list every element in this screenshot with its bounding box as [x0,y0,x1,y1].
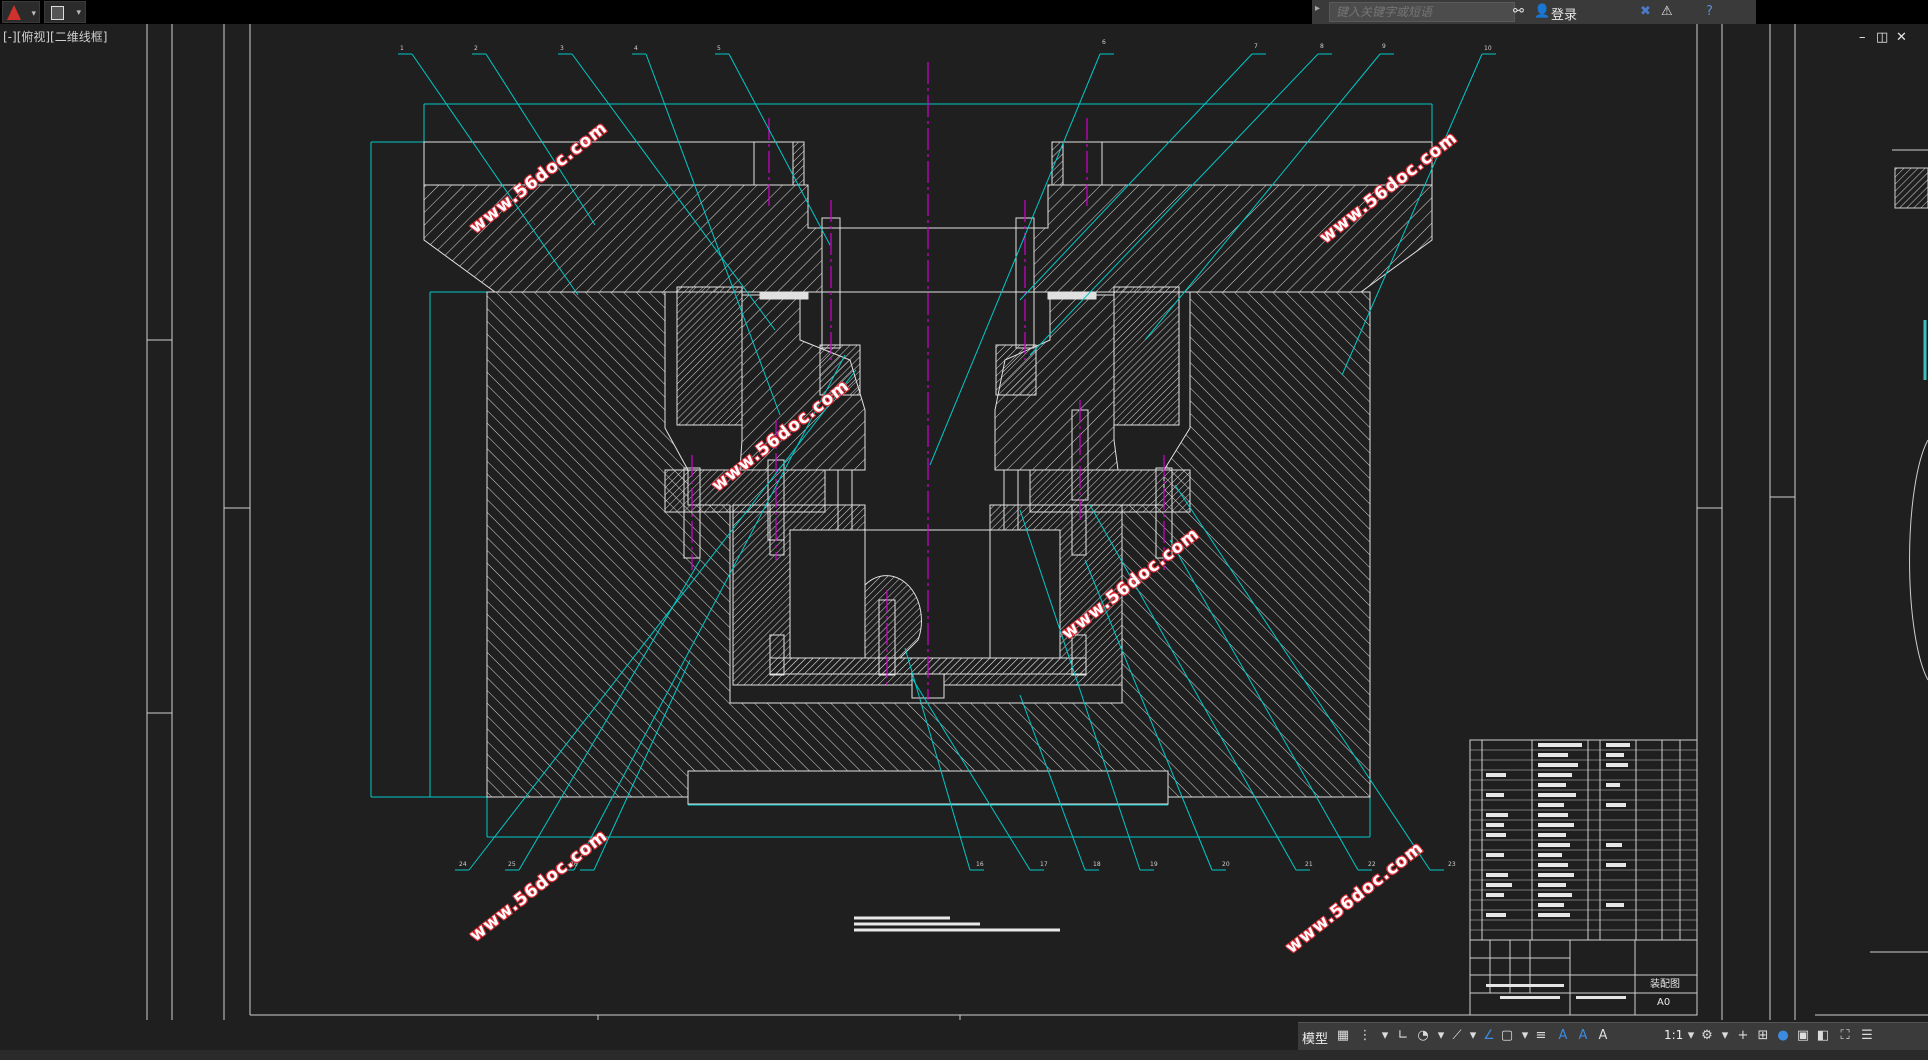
balloon-10: 10 [1484,45,1492,52]
parts-list-entries [1486,743,1630,999]
side-view-fragment [1815,149,1928,1016]
lineweight-icon[interactable]: ≡ [1532,1027,1550,1045]
balloon-23: 23 [1448,861,1456,868]
fullscreen-icon[interactable]: ⛶ [1836,1027,1854,1045]
technical-notes [854,916,1060,932]
dynamic-ucs-icon[interactable]: ▢ [1498,1027,1516,1045]
isolate-objects-icon[interactable]: ● [1774,1027,1792,1045]
balloon-7: 7 [1254,43,1258,50]
balloon-9: 9 [1382,43,1386,50]
units-icon[interactable]: ⊞ [1754,1027,1772,1045]
sheet-size: A0 [1657,997,1671,1008]
annotation-visibility-icon[interactable]: A [1554,1027,1572,1045]
drawing-canvas[interactable]: 1 2 3 4 5 6 7 8 9 10 16 17 18 19 20 21 2… [0,0,1928,1020]
balloon-20: 20 [1222,861,1230,868]
ortho-icon[interactable]: ∟ [1394,1027,1412,1045]
hardware-acceleration-icon[interactable]: ▣ [1794,1027,1812,1045]
balloon-4: 4 [634,45,638,52]
annotation-scale-icon[interactable]: A [1594,1027,1612,1045]
balloon-21: 21 [1305,861,1313,868]
balloon-17: 17 [1040,861,1048,868]
sheet-border [146,24,1796,1020]
balloon-22: 22 [1368,861,1376,868]
balloon-16: 16 [976,861,984,868]
taskbar-strip [0,1050,1928,1060]
customization-menu-icon[interactable]: ☰ [1858,1027,1876,1045]
snap-icon[interactable]: ⋮ [1356,1027,1374,1045]
balloon-3: 3 [560,45,564,52]
status-bar: 模型 ▦ ⋮ ▾ ∟ ◔ ▾ ⟋ ▾ ∠ ▢ ▾ ≡ A A A 1:1 ▾ ⚙… [1298,1022,1928,1051]
balloon-18: 18 [1093,861,1101,868]
model-space-button[interactable]: 模型 [1302,1028,1328,1047]
balloon-19: 19 [1150,861,1158,868]
balloon-5: 5 [717,45,721,52]
drawing-title: 装配图 [1650,979,1680,990]
balloon-25: 25 [508,861,516,868]
balloon-6: 6 [1102,39,1106,46]
polar-icon[interactable]: ◔ [1414,1027,1432,1045]
annotation-scale-value[interactable]: 1:1 [1664,1028,1683,1042]
grid-icon[interactable]: ▦ [1334,1027,1352,1045]
parts-list-table [1469,739,1698,1016]
balloon-1: 1 [400,45,404,52]
chevron-down-icon[interactable]: ▾ [1716,1027,1734,1045]
balloon-8: 8 [1320,43,1324,50]
chevron-down-icon[interactable]: ▾ [1376,1027,1394,1045]
object-tracking-icon[interactable]: ∠ [1480,1027,1498,1045]
clean-screen-icon[interactable]: ◧ [1814,1027,1832,1045]
plus-icon[interactable]: + [1734,1027,1752,1045]
gear-icon[interactable]: ⚙ [1698,1027,1716,1045]
auto-scale-icon[interactable]: A [1574,1027,1592,1045]
balloon-24: 24 [459,861,467,868]
balloon-2: 2 [474,45,478,52]
